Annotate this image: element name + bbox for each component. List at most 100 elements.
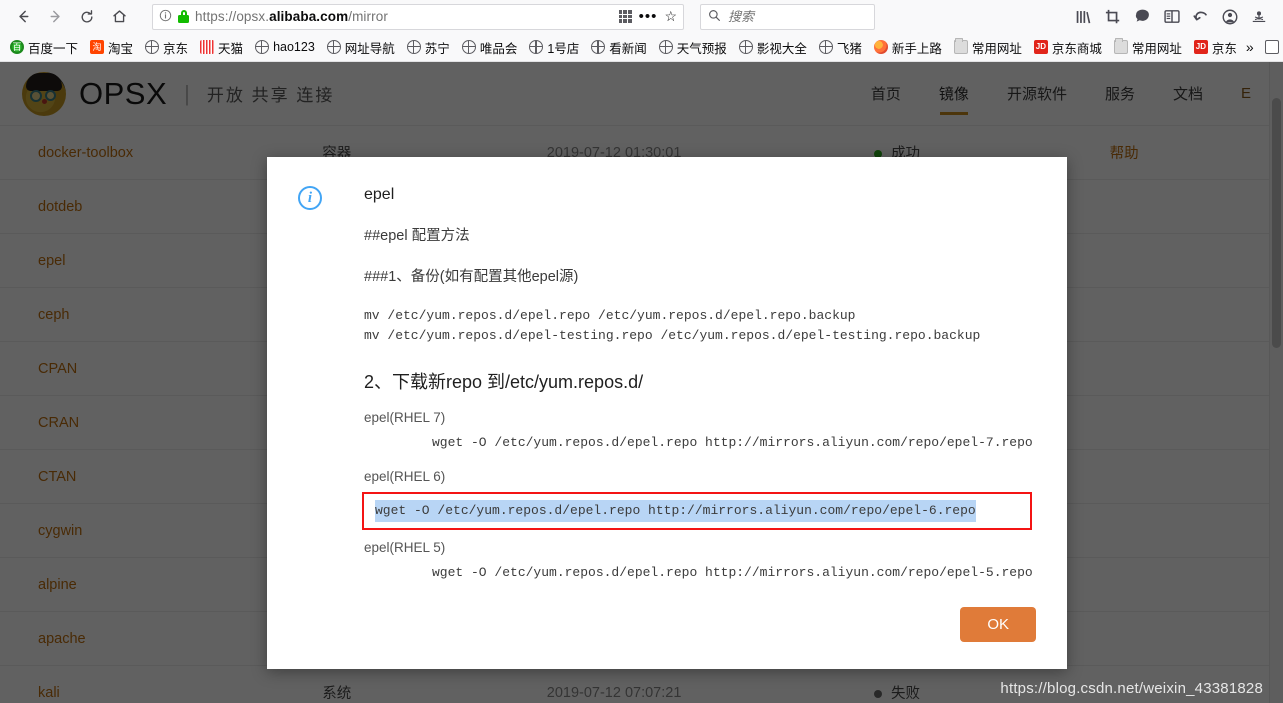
bookmark-label: 1号店 — [547, 41, 580, 56]
bookmark-item[interactable]: 网址导航 — [321, 36, 401, 59]
rhel5-command: wget -O /etc/yum.repos.d/epel.repo http:… — [432, 565, 1033, 580]
bookmark-star-icon[interactable]: ☆ — [664, 8, 677, 25]
search-bar[interactable] — [700, 3, 875, 30]
chevron-double-right-icon[interactable]: » — [1243, 39, 1257, 55]
bookmark-favicon-icon: JD — [1033, 40, 1048, 54]
bookmark-label: 淘宝 — [108, 41, 134, 56]
bookmark-favicon-icon — [953, 38, 968, 54]
site-info-icon[interactable] — [159, 9, 172, 25]
browser-navigation-bar: https://opsx.alibaba.com/mirror ••• ☆ — [0, 0, 1283, 33]
bookmark-favicon-icon — [255, 40, 270, 54]
home-button[interactable] — [104, 3, 134, 31]
download-step-heading: 2、下载新repo 到/etc/yum.repos.d/ — [364, 372, 644, 392]
backup-step-heading: ###1、备份(如有配置其他epel源) — [364, 269, 579, 285]
dialog-content: epel ##epel 配置方法 ###1、备份(如有配置其他epel源) mv… — [362, 186, 1036, 583]
page-viewport: OPSX | 开放 共享 连接 首页镜像开源软件服务文档E docker-too… — [0, 62, 1283, 703]
bookmark-favicon-icon — [658, 40, 673, 54]
bookmark-item[interactable]: 淘淘宝 — [84, 36, 139, 59]
browser-chrome: https://opsx.alibaba.com/mirror ••• ☆ 搜索… — [0, 0, 1283, 62]
bookmark-favicon-icon — [873, 40, 888, 54]
epel-config-dialog: i epel ##epel 配置方法 ###1、备份(如有配置其他epel源) … — [267, 157, 1067, 669]
bookmark-favicon-icon: JD — [1193, 40, 1208, 54]
bookmark-item[interactable]: 京东 — [139, 36, 194, 59]
dialog-body: i epel ##epel 配置方法 ###1、备份(如有配置其他epel源) … — [267, 157, 1067, 669]
bookmark-favicon-icon — [1264, 40, 1279, 54]
bookmark-favicon-icon — [818, 40, 833, 54]
pocket-icon[interactable] — [1134, 9, 1151, 25]
bookmark-label: 京东 — [1211, 41, 1237, 56]
forward-button[interactable] — [40, 3, 70, 31]
bookmark-label: 唯品会 — [479, 41, 518, 56]
bookmark-label: 网址导航 — [344, 41, 395, 56]
extension-icon[interactable] — [1251, 9, 1267, 25]
rhel7-label: epel(RHEL 7) — [364, 410, 446, 425]
bookmark-item[interactable]: 百百度一下 — [4, 36, 84, 59]
bookmark-favicon-icon — [326, 40, 341, 54]
search-input[interactable] — [728, 9, 867, 24]
page-actions-menu-icon[interactable]: ••• — [639, 9, 658, 24]
bookmarks-bar: 百百度一下淘淘宝 京东 天猫 hao123 网址导航 苏宁 唯品会 1号店 看新闻 天气预报 影视大… — [0, 33, 1283, 62]
bookmark-label: 飞猪 — [836, 41, 862, 56]
ok-button[interactable]: OK — [960, 607, 1036, 642]
bookmark-label: 常用网址 — [1131, 41, 1182, 56]
rhel6-command-highlight: wget -O /etc/yum.repos.d/epel.repo http:… — [362, 492, 1032, 530]
rhel6-command[interactable]: wget -O /etc/yum.repos.d/epel.repo http:… — [375, 500, 976, 522]
bookmark-item[interactable]: 手 — [1257, 36, 1283, 59]
bookmark-label: hao123 — [273, 40, 315, 54]
bookmark-favicon-icon — [1113, 38, 1128, 54]
config-method-heading: ##epel 配置方法 — [364, 228, 470, 244]
bookmark-label: 京东 — [163, 41, 189, 56]
bookmark-item[interactable]: 新手上路 — [868, 36, 948, 59]
bookmark-item[interactable]: 常用网址 — [948, 36, 1028, 59]
bookmark-label: 百度一下 — [28, 41, 79, 56]
search-icon — [708, 9, 721, 25]
bookmark-favicon-icon: 百 — [10, 40, 24, 54]
address-bar[interactable]: https://opsx.alibaba.com/mirror ••• ☆ — [152, 3, 684, 30]
account-icon[interactable] — [1222, 9, 1238, 25]
bookmark-item[interactable]: 看新闻 — [585, 36, 653, 59]
bookmark-favicon-icon — [461, 40, 476, 54]
browser-toolbar-icons — [1075, 9, 1275, 25]
screenshot-icon[interactable] — [1105, 9, 1121, 25]
bookmark-item[interactable]: 天气预报 — [653, 36, 733, 59]
bookmark-item[interactable]: 常用网址 — [1108, 36, 1188, 59]
back-button[interactable] — [8, 3, 38, 31]
bookmark-item[interactable]: JD 京东 — [1188, 36, 1243, 59]
bookmark-favicon-icon — [200, 40, 215, 54]
reload-button[interactable] — [72, 3, 102, 31]
address-bar-url: https://opsx.alibaba.com/mirror — [195, 9, 388, 24]
red-annotation-box: wget -O /etc/yum.repos.d/epel.repo http:… — [362, 492, 1032, 530]
bookmark-item[interactable]: 苏宁 — [401, 36, 456, 59]
rhel5-label: epel(RHEL 5) — [364, 540, 446, 555]
backup-commands: mv /etc/yum.repos.d/epel.repo /etc/yum.r… — [364, 308, 981, 343]
bookmark-item[interactable]: 影视大全 — [733, 36, 813, 59]
bookmark-item[interactable]: 唯品会 — [456, 36, 524, 59]
bookmark-label: 苏宁 — [424, 41, 450, 56]
bookmark-favicon-icon — [145, 40, 160, 54]
rhel6-label: epel(RHEL 6) — [364, 469, 446, 484]
bookmark-item[interactable]: 天猫 — [194, 36, 249, 59]
sync-icon[interactable] — [1193, 9, 1209, 24]
library-icon[interactable] — [1075, 9, 1092, 25]
bookmark-favicon-icon — [591, 40, 606, 54]
bookmark-label: 看新闻 — [609, 41, 647, 56]
bookmark-favicon-icon — [406, 40, 421, 54]
bookmark-label: 新手上路 — [891, 41, 942, 56]
bookmark-label: 京东商城 — [1051, 41, 1102, 56]
dialog-title: epel — [364, 186, 395, 203]
bookmark-item[interactable]: 1号店 — [523, 36, 585, 59]
bookmark-favicon-icon — [738, 40, 753, 54]
bookmark-favicon-icon — [529, 40, 544, 54]
watermark: https://blog.csdn.net/weixin_43381828 — [1000, 680, 1263, 697]
rhel7-command: wget -O /etc/yum.repos.d/epel.repo http:… — [432, 435, 1033, 450]
reader-view-icon[interactable] — [1164, 9, 1180, 24]
bookmark-item[interactable]: JD 京东商城 — [1028, 36, 1108, 59]
bookmark-label: 影视大全 — [756, 41, 807, 56]
qr-code-icon[interactable] — [618, 10, 632, 23]
info-icon: i — [298, 186, 322, 210]
bookmark-label: 天气预报 — [676, 41, 727, 56]
padlock-icon — [178, 10, 189, 23]
bookmark-item[interactable]: 飞猪 — [813, 36, 868, 59]
bookmark-label: 常用网址 — [971, 41, 1022, 56]
bookmark-item[interactable]: hao123 — [249, 38, 321, 56]
